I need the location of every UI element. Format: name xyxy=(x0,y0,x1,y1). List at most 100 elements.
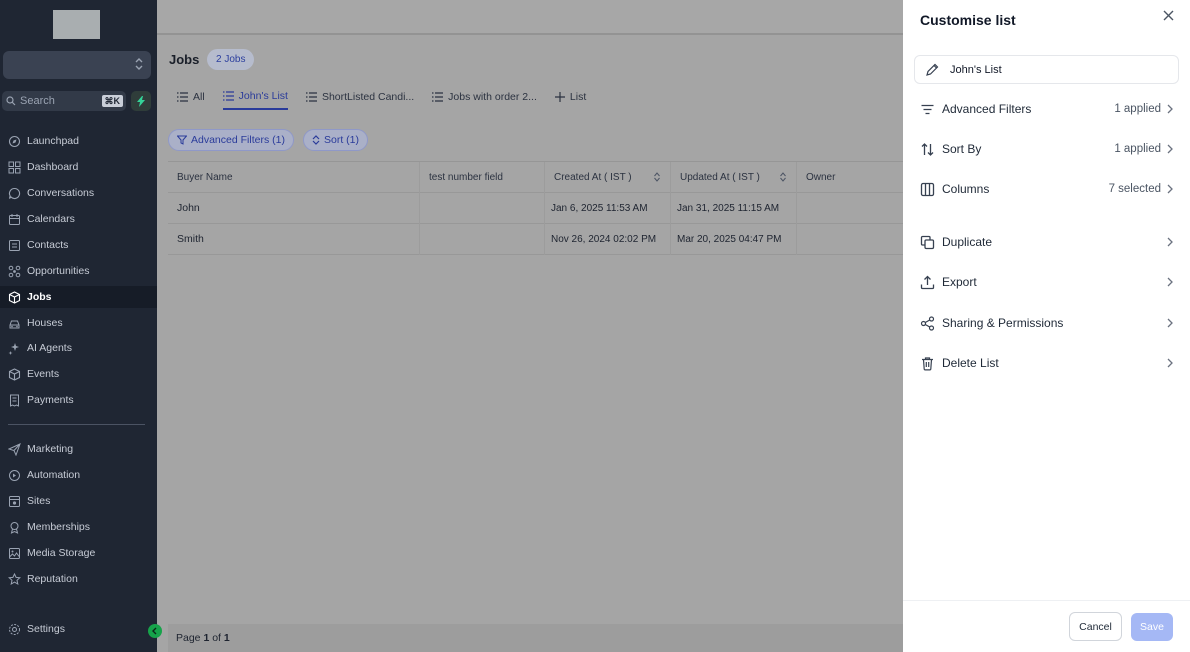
cancel-button[interactable]: Cancel xyxy=(1069,612,1122,641)
sidebar-item-jobs[interactable]: Jobs xyxy=(0,286,157,308)
cell-owner xyxy=(797,224,903,255)
column-header-buyer-name[interactable]: Buyer Name xyxy=(168,162,420,193)
table-row[interactable]: Smith Nov 26, 2024 02:02 PM Mar 20, 2025… xyxy=(168,224,903,255)
columns-icon xyxy=(920,182,935,197)
jobs-table: Buyer Name test number field Created At … xyxy=(168,161,903,255)
automation-icon xyxy=(8,469,21,482)
star-icon xyxy=(8,572,21,586)
sidebar-item-events[interactable]: Events xyxy=(0,363,157,385)
car-icon xyxy=(8,317,21,330)
table-row[interactable]: John Jan 6, 2025 11:53 AM Jan 31, 2025 1… xyxy=(168,193,903,224)
sidebar-item-marketing[interactable]: Marketing xyxy=(0,438,157,460)
column-header-updated-at[interactable]: Updated At ( IST ) xyxy=(671,162,797,193)
sidebar-item-sites[interactable]: Sites xyxy=(0,490,157,512)
sidebar-item-launchpad[interactable]: Launchpad xyxy=(0,130,157,152)
company-logo[interactable] xyxy=(53,10,100,39)
cell-updated-at: Mar 20, 2025 04:47 PM xyxy=(671,224,797,255)
sidebar-item-houses[interactable]: Houses xyxy=(0,312,157,334)
sidebar-item-dashboard[interactable]: Dashboard xyxy=(0,156,157,178)
column-header-created-at[interactable]: Created At ( IST ) xyxy=(545,162,671,193)
list-name-field[interactable] xyxy=(914,55,1179,84)
calendar-icon xyxy=(8,213,21,226)
sidebar-search[interactable]: Search ⌘K xyxy=(2,91,126,111)
cell-buyer-name: John xyxy=(168,193,420,224)
cell-created-at: Jan 6, 2025 11:53 AM xyxy=(545,193,671,224)
list-icon xyxy=(305,92,317,102)
grid-icon xyxy=(8,161,21,174)
add-list-tab[interactable]: List xyxy=(554,84,586,110)
sidebar-item-payments[interactable]: Payments xyxy=(0,389,157,411)
sort-arrows-icon xyxy=(920,142,935,157)
option-columns[interactable]: Columns 7 selected xyxy=(920,176,1173,202)
copy-icon xyxy=(920,235,935,250)
sidebar-item-ai-agents[interactable]: AI Agents xyxy=(0,337,157,359)
option-delete-list[interactable]: Delete List xyxy=(920,350,1173,376)
pagination-footer: Page 1 of 1 xyxy=(168,624,903,652)
column-header-owner[interactable]: Owner xyxy=(797,162,903,193)
award-icon xyxy=(8,521,21,534)
funnel-icon xyxy=(177,135,187,145)
search-shortcut: ⌘K xyxy=(101,95,123,107)
chevron-right-icon xyxy=(1167,184,1173,194)
sort-icon[interactable] xyxy=(654,172,660,182)
jobs-count-badge: 2 Jobs xyxy=(207,49,255,70)
list-name-input[interactable] xyxy=(950,63,1150,76)
tab-jobs-with-order[interactable]: Jobs with order 2... xyxy=(432,84,537,110)
chevron-up-down-icon xyxy=(134,57,144,71)
advanced-filters-chip[interactable]: Advanced Filters (1) xyxy=(168,129,294,151)
option-sharing-permissions[interactable]: Sharing & Permissions xyxy=(920,310,1173,336)
customise-list-panel: Customise list Advanced Filters 1 applie… xyxy=(903,0,1190,652)
chevron-right-icon xyxy=(1167,358,1173,368)
box-icon xyxy=(8,367,21,381)
account-switcher[interactable] xyxy=(3,51,151,79)
option-export[interactable]: Export xyxy=(920,269,1173,295)
filter-lines-icon xyxy=(920,102,935,117)
tab-all[interactable]: All xyxy=(177,84,205,110)
collapse-sidebar-button[interactable] xyxy=(148,624,162,638)
sidebar-item-opportunities[interactable]: Opportunities xyxy=(0,260,157,282)
gear-icon xyxy=(8,623,21,636)
column-header-test-number[interactable]: test number field xyxy=(420,162,545,193)
cell-owner xyxy=(797,193,903,224)
sidebar-item-conversations[interactable]: Conversations xyxy=(0,182,157,204)
page-title: Jobs xyxy=(169,52,200,67)
close-icon[interactable] xyxy=(1163,10,1174,21)
sidebar-item-contacts[interactable]: Contacts xyxy=(0,234,157,256)
sort-icon[interactable] xyxy=(780,172,786,182)
panel-title: Customise list xyxy=(920,12,1016,28)
cell-updated-at: Jan 31, 2025 11:15 AM xyxy=(671,193,797,224)
option-sort-by[interactable]: Sort By 1 applied xyxy=(920,136,1173,162)
trash-icon xyxy=(920,356,935,371)
save-button[interactable]: Save xyxy=(1131,613,1173,641)
send-icon xyxy=(8,442,21,456)
cell-test-number xyxy=(420,193,545,224)
sidebar-item-settings[interactable]: Settings xyxy=(0,618,157,640)
sort-chip[interactable]: Sort (1) xyxy=(303,129,369,151)
chevron-right-icon xyxy=(1167,237,1173,247)
chevron-right-icon xyxy=(1167,144,1173,154)
chevron-right-icon xyxy=(1167,277,1173,287)
sidebar-item-automation[interactable]: Automation xyxy=(0,464,157,486)
option-duplicate[interactable]: Duplicate xyxy=(920,229,1173,255)
sidebar-item-calendars[interactable]: Calendars xyxy=(0,208,157,230)
option-advanced-filters[interactable]: Advanced Filters 1 applied xyxy=(920,96,1173,122)
list-tabs: All John's List ShortListed Candi... Job… xyxy=(177,84,604,114)
sparkle-icon xyxy=(8,342,21,355)
sidebar-item-reputation[interactable]: Reputation xyxy=(0,568,157,590)
sidebar-item-memberships[interactable]: Memberships xyxy=(0,516,157,538)
box-icon xyxy=(8,290,21,304)
image-icon xyxy=(8,547,21,560)
rocket-icon xyxy=(8,135,21,148)
tab-shortlisted-candidates[interactable]: ShortListed Candi... xyxy=(305,84,414,110)
option-value: 1 applied xyxy=(1114,103,1161,115)
sidebar-item-media-storage[interactable]: Media Storage xyxy=(0,542,157,564)
plus-icon xyxy=(554,92,565,102)
tab-johns-list[interactable]: John's List xyxy=(222,84,288,110)
contact-card-icon xyxy=(8,239,21,252)
sort-icon xyxy=(312,135,320,145)
sidebar: Search ⌘K Launchpad Dashboard Conversati… xyxy=(0,0,157,652)
quick-action-button[interactable] xyxy=(131,91,151,111)
page-current: 1 xyxy=(203,632,210,644)
pencil-icon xyxy=(925,63,939,77)
cell-buyer-name: Smith xyxy=(168,224,420,255)
